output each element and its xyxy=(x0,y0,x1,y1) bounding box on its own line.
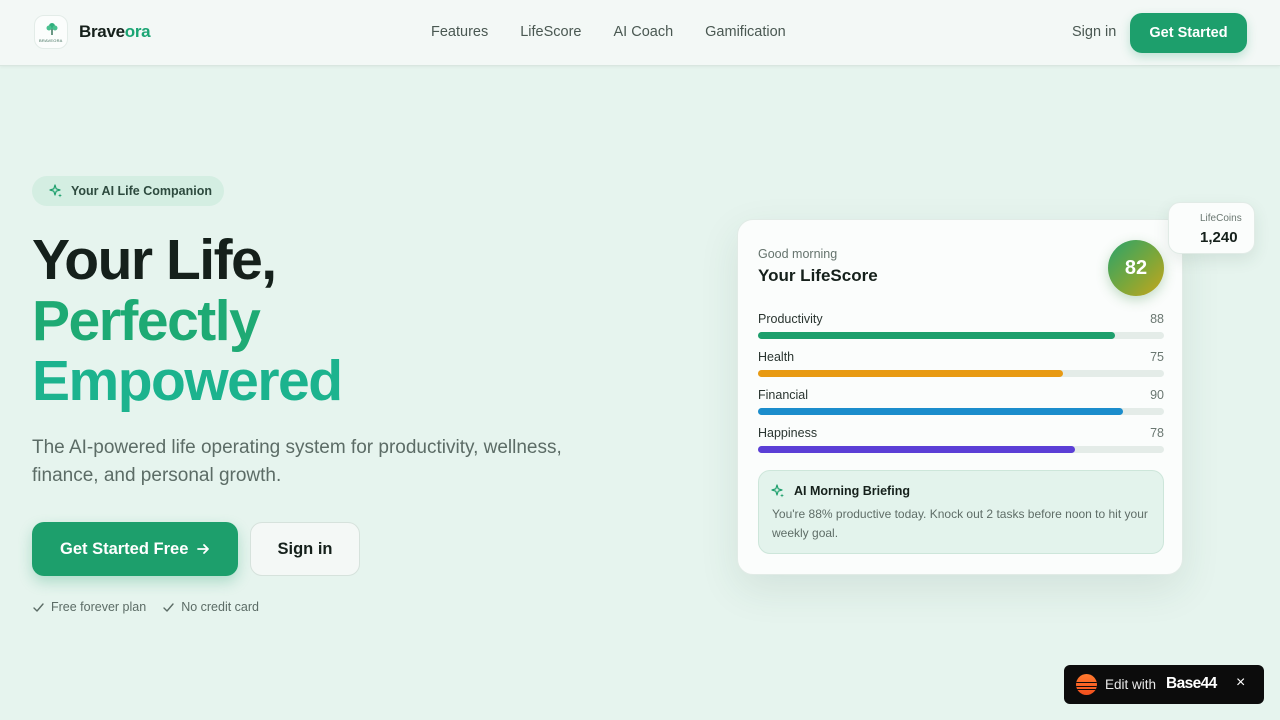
check-icon xyxy=(33,602,44,612)
sparkle-icon xyxy=(771,484,784,498)
ai-morning-briefing: AI Morning Briefing You're 88% productiv… xyxy=(758,470,1164,554)
metric-name: Happiness xyxy=(758,426,818,440)
nav-links: Features LifeScore AI Coach Gamification xyxy=(431,24,786,40)
metric-track xyxy=(758,370,1164,377)
lifescore-card: Good morning Your LifeScore 82 Productiv… xyxy=(737,219,1183,575)
check-item-label: No credit card xyxy=(181,600,259,614)
metric-track xyxy=(758,446,1164,453)
nav-get-started-button[interactable]: Get Started xyxy=(1130,13,1247,53)
sparkle-icon xyxy=(49,184,62,198)
metric-value: 88 xyxy=(1150,312,1164,326)
metric-fill xyxy=(758,408,1124,415)
nav-signin-link[interactable]: Sign in xyxy=(1072,24,1116,40)
metric-fill xyxy=(758,446,1075,453)
metric-health: Health 75 xyxy=(758,350,1164,384)
metric-value: 78 xyxy=(1150,426,1164,440)
metric-name: Financial xyxy=(758,388,809,402)
metric-financial: Financial 90 xyxy=(758,388,1164,422)
brand-name[interactable]: Braveora xyxy=(79,22,151,42)
base44-logo-icon xyxy=(1076,674,1097,695)
metric-track xyxy=(758,408,1164,415)
arrow-right-icon xyxy=(197,544,209,554)
metric-track xyxy=(758,332,1164,339)
top-navbar: BRAVEORA Braveora Features LifeScore AI … xyxy=(0,0,1280,66)
check-icon xyxy=(163,602,174,612)
hero-title-line3: Empowered xyxy=(32,349,343,413)
metric-value: 90 xyxy=(1150,388,1164,402)
hero-subtitle: The AI-powered life operating system for… xyxy=(32,437,562,486)
briefing-title: AI Morning Briefing xyxy=(794,484,910,498)
metric-value: 75 xyxy=(1150,350,1164,364)
edit-with-label: Edit with xyxy=(1105,677,1157,692)
base44-brand: Base44 xyxy=(1166,675,1217,692)
lifescore-title: Your LifeScore xyxy=(758,266,878,285)
nav-link-gamification[interactable]: Gamification xyxy=(705,24,786,40)
metric-fill xyxy=(758,332,1116,339)
hero-title-line1: Your Life, xyxy=(32,228,277,292)
metric-name: Productivity xyxy=(758,312,823,326)
hero-title-line2: Perfectly xyxy=(32,289,261,353)
brand-name-part1: Brave xyxy=(79,22,125,41)
lifecoins-value: 1,240 xyxy=(1200,229,1238,246)
briefing-body: You're 88% productive today. Knock out 2… xyxy=(772,507,1148,540)
metric-productivity: Productivity 88 xyxy=(758,312,1164,346)
nav-link-ai-coach[interactable]: AI Coach xyxy=(614,24,674,40)
check-item: Free forever plan xyxy=(32,600,146,614)
greeting: Good morning xyxy=(758,247,838,261)
close-icon[interactable]: × xyxy=(1236,674,1245,692)
companion-pill-label: Your AI Life Companion xyxy=(71,184,212,198)
hero-checks: Free forever plan No credit card xyxy=(32,600,259,614)
get-started-free-button[interactable]: Get Started Free xyxy=(32,522,238,576)
lifescore-value: 82 xyxy=(1108,240,1164,296)
logo[interactable]: BRAVEORA xyxy=(34,15,68,49)
metric-happiness: Happiness 78 xyxy=(758,426,1164,460)
get-started-free-label: Get Started Free xyxy=(60,540,189,558)
companion-pill: Your AI Life Companion xyxy=(32,176,224,206)
logo-caption: BRAVEORA xyxy=(39,38,63,43)
edit-with-base44-badge[interactable]: Edit with Base44 × xyxy=(1064,665,1264,704)
brand-name-part2: ora xyxy=(124,22,151,41)
hero-signin-button[interactable]: Sign in xyxy=(250,522,360,576)
check-item: No credit card xyxy=(162,600,259,614)
tree-logo-icon xyxy=(46,23,58,35)
metric-fill xyxy=(758,370,1063,377)
nav-link-lifescore[interactable]: LifeScore xyxy=(520,24,581,40)
metric-name: Health xyxy=(758,350,795,364)
nav-link-features[interactable]: Features xyxy=(431,24,488,40)
lifecoins-label: LifeCoins xyxy=(1200,213,1242,224)
lifecoins-card: LifeCoins 1,240 xyxy=(1168,202,1255,254)
check-item-label: Free forever plan xyxy=(51,600,147,614)
